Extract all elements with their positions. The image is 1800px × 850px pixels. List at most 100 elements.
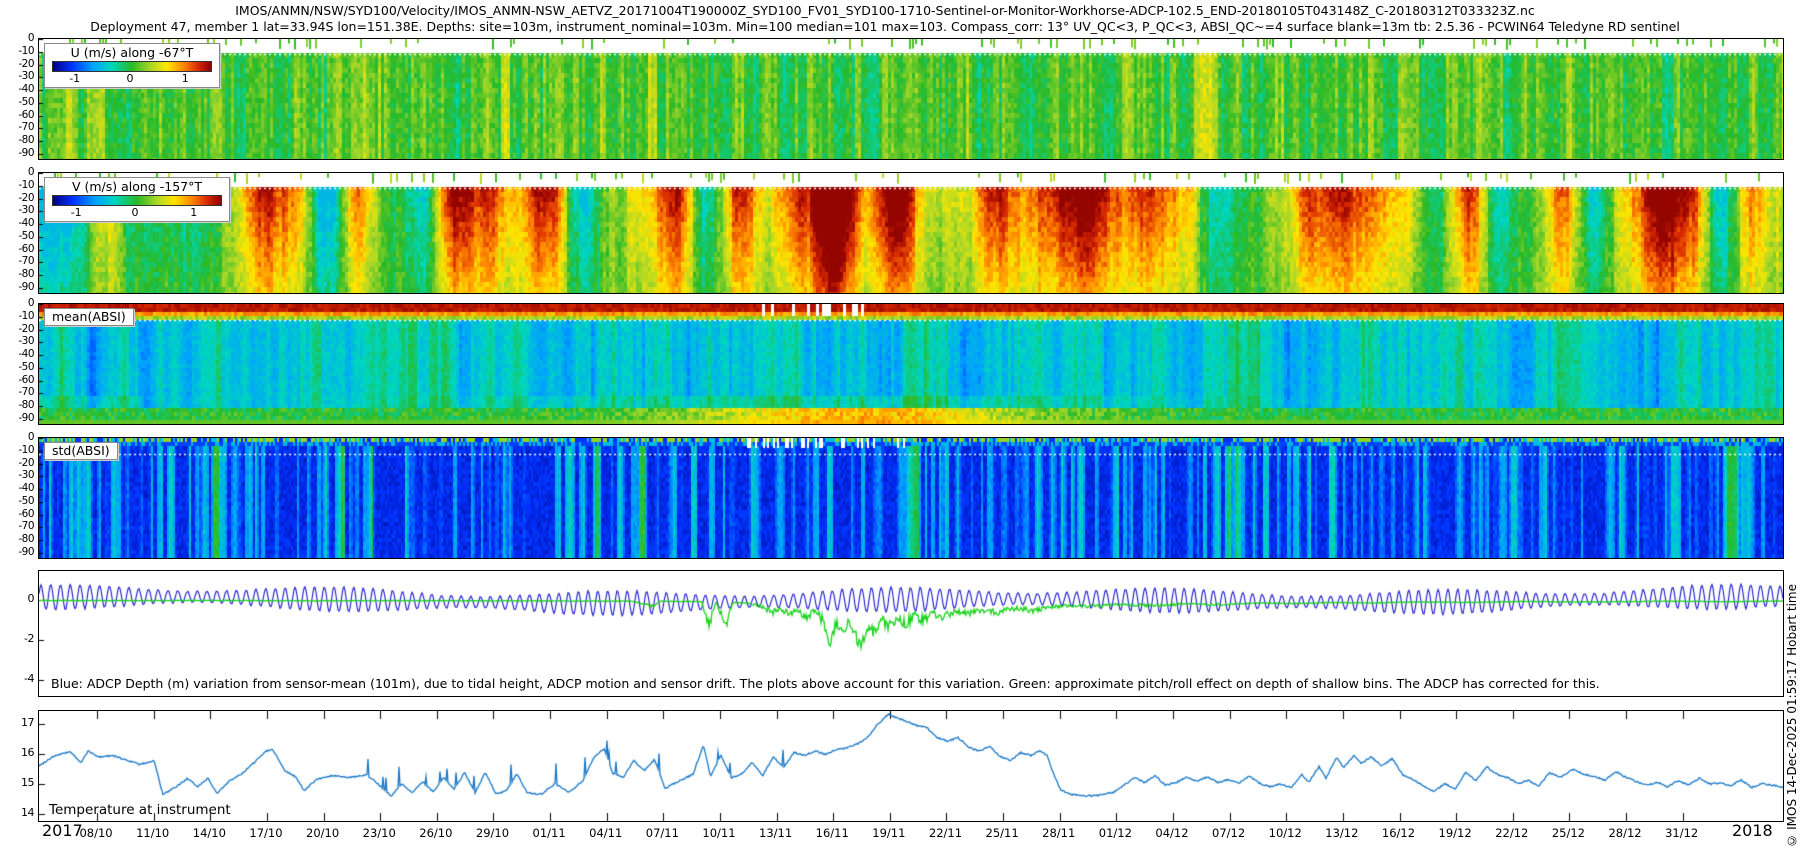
x-axis-tick-label: 10/11: [702, 826, 735, 840]
y-axis-tick-label: -40: [0, 217, 34, 229]
x-axis-tick-label: 23/10: [363, 826, 396, 840]
colorbar-tick: 1: [182, 72, 189, 85]
v-colorbar-gradient: [52, 195, 222, 206]
x-axis-tick-label: 25/12: [1552, 826, 1585, 840]
x-axis-tick-label: 01/12: [1099, 826, 1132, 840]
y-axis-tick-label: -70: [0, 386, 34, 398]
x-axis-tick-label: 10/12: [1269, 826, 1302, 840]
y-axis-tick-label: -50: [0, 96, 34, 108]
x-axis-tick-label: 17/10: [249, 826, 282, 840]
temperature-line-chart: [39, 711, 1783, 821]
y-axis-tick-label: -40: [0, 348, 34, 360]
y-axis-tick-label: -80: [0, 268, 34, 280]
y-axis-tick-label: -80: [0, 533, 34, 545]
figure-root: IMOS/ANMN/NSW/SYD100/Velocity/IMOS_ANMN-…: [0, 0, 1800, 850]
panel-std-absi: std(ABSI): [38, 437, 1784, 559]
y-axis-tick-label: -70: [0, 255, 34, 267]
figure-title-line2: Deployment 47, member 1 lat=33.94S lon=1…: [0, 19, 1770, 34]
x-axis-tick-label: 11/10: [136, 826, 169, 840]
y-axis-tick-label: -90: [0, 281, 34, 293]
mean-absi-label: mean(ABSI): [44, 308, 134, 326]
y-axis-tick-label: -70: [0, 121, 34, 133]
y-axis-tick-label: -90: [0, 412, 34, 424]
x-axis-tick-label: 31/12: [1665, 826, 1698, 840]
x-axis-tick-label: 08/10: [79, 826, 112, 840]
imos-watermark: © IMOS 14-Dec-2025 01:59:17 Hobart time: [1785, 584, 1799, 848]
x-axis-tick-label: 26/10: [419, 826, 452, 840]
x-axis-year-right: 2018: [1732, 821, 1773, 840]
y-axis-tick-label: -70: [0, 520, 34, 532]
x-axis-tick-label: 13/11: [759, 826, 792, 840]
y-axis-tick-label: -20: [0, 323, 34, 335]
x-axis-tick-label: 25/11: [986, 826, 1019, 840]
x-axis-tick-label: 19/12: [1439, 826, 1472, 840]
u-colorbar-ticks: -1 0 1: [51, 72, 209, 85]
y-axis-tick-label: -30: [0, 469, 34, 481]
u-colorbar-legend: U (m/s) along -67°T -1 0 1: [44, 43, 220, 88]
y-axis-tick-label: 0: [0, 592, 34, 605]
y-axis-tick-label: -2: [0, 632, 34, 645]
panel-depth-variation: Blue: ADCP Depth (m) variation from sens…: [38, 570, 1784, 697]
y-axis-tick-label: -20: [0, 58, 34, 70]
colorbar-tick: 0: [127, 72, 134, 85]
mean-absi-heatmap: [39, 304, 1783, 424]
figure-title-line1: IMOS/ANMN/NSW/SYD100/Velocity/IMOS_ANMN-…: [0, 3, 1770, 18]
y-axis-tick-label: 16: [0, 746, 34, 759]
u-colorbar-gradient: [52, 61, 212, 72]
v-velocity-heatmap: [39, 173, 1783, 293]
x-axis-tick-label: 04/11: [589, 826, 622, 840]
x-axis-tick-label: 22/11: [929, 826, 962, 840]
y-axis-tick-label: 15: [0, 776, 34, 789]
y-axis-tick-label: -90: [0, 147, 34, 159]
x-axis-tick-label: 14/10: [193, 826, 226, 840]
v-colorbar-ticks: -1 0 1: [51, 206, 219, 219]
colorbar-tick: 0: [132, 206, 139, 219]
y-axis-tick-label: 17: [0, 716, 34, 729]
y-axis-tick-label: -30: [0, 335, 34, 347]
y-axis-tick-label: -30: [0, 204, 34, 216]
y-axis-tick-label: -20: [0, 457, 34, 469]
v-colorbar-legend: V (m/s) along -157°T -1 0 1: [44, 177, 230, 222]
x-axis-tick-label: 16/11: [816, 826, 849, 840]
y-axis-tick-label: -50: [0, 495, 34, 507]
y-axis-tick-label: -90: [0, 546, 34, 558]
x-axis-year-left: 2017: [42, 821, 83, 840]
y-axis-tick-label: -60: [0, 374, 34, 386]
x-axis-tick-label: 29/10: [476, 826, 509, 840]
x-axis-tick-label: 01/11: [533, 826, 566, 840]
y-axis-tick-label: 0: [0, 32, 34, 44]
x-axis-tick-label: 20/10: [306, 826, 339, 840]
x-axis-tick-label: 04/12: [1155, 826, 1188, 840]
x-axis-tick-label: 28/12: [1608, 826, 1641, 840]
y-axis-tick-label: 14: [0, 806, 34, 819]
y-axis-tick-label: 0: [0, 166, 34, 178]
y-axis-tick-label: 0: [0, 431, 34, 443]
y-axis-tick-label: -40: [0, 482, 34, 494]
y-axis-tick-label: -50: [0, 230, 34, 242]
temperature-label: Temperature at instrument: [49, 802, 231, 818]
depth-variation-annotation: Blue: ADCP Depth (m) variation from sens…: [51, 676, 1600, 691]
y-axis-tick-label: -40: [0, 83, 34, 95]
panel-u-velocity: U (m/s) along -67°T -1 0 1: [38, 38, 1784, 160]
y-axis-tick-label: -10: [0, 444, 34, 456]
panel-mean-absi: mean(ABSI): [38, 303, 1784, 425]
x-axis-tick-label: 07/11: [646, 826, 679, 840]
u-legend-title: U (m/s) along -67°T: [51, 45, 213, 60]
x-axis-tick-label: 22/12: [1495, 826, 1528, 840]
y-axis-tick-label: -10: [0, 179, 34, 191]
panel-v-velocity: V (m/s) along -157°T -1 0 1: [38, 172, 1784, 294]
colorbar-tick: 1: [190, 206, 197, 219]
v-legend-title: V (m/s) along -157°T: [51, 179, 223, 194]
y-axis-tick-label: -30: [0, 70, 34, 82]
y-axis-tick-label: -80: [0, 399, 34, 411]
y-axis-tick-label: -20: [0, 192, 34, 204]
y-axis-tick-label: -60: [0, 243, 34, 255]
x-axis-tick-label: 16/12: [1382, 826, 1415, 840]
x-axis-tick-label: 19/11: [872, 826, 905, 840]
y-axis-tick-label: -4: [0, 672, 34, 685]
y-axis-tick-label: -80: [0, 134, 34, 146]
colorbar-tick: -1: [69, 72, 80, 85]
x-axis-tick-label: 07/12: [1212, 826, 1245, 840]
y-axis-tick-label: -10: [0, 310, 34, 322]
y-axis-tick-label: 0: [0, 297, 34, 309]
